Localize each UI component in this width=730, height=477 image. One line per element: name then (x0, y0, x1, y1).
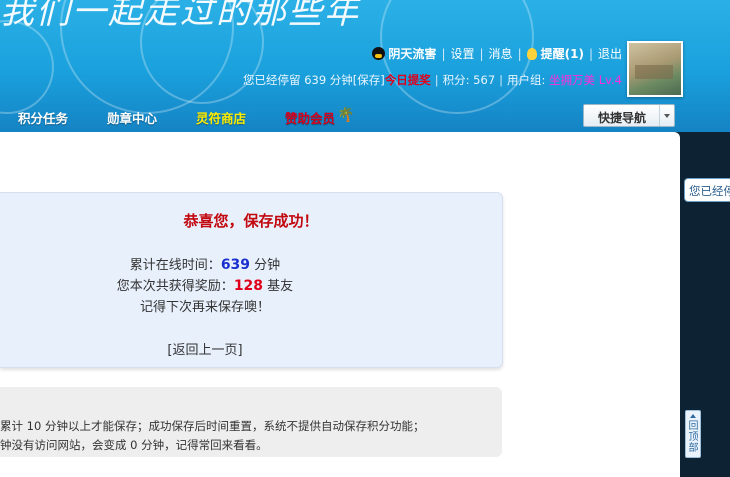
username-link[interactable]: 阴天流害 (388, 47, 436, 61)
user-toolbar: 阴天流害 | 设置 | 消息 | 提醒(1) | 退出 (372, 45, 622, 62)
notice-box: 累计 10 分钟以上才能保存；成功保存后时间重置，系统不提供自动保存积分功能； … (0, 387, 502, 457)
site-title: 我们一起走过的那些年 (0, 0, 360, 32)
back-link[interactable]: [返回上一页] (0, 339, 410, 358)
notice-line-2: 钟没有访问网站，会变成 0 分钟，记得常回来看看。 (0, 438, 268, 452)
messages-link[interactable]: 消息 (489, 47, 513, 61)
online-time-value: 639 (220, 257, 251, 273)
settings-link[interactable]: 设置 (450, 47, 474, 61)
daily-reward-link[interactable]: 今日提奖 (385, 73, 431, 87)
palm-tree-icon: 🌴 (337, 107, 355, 123)
header-banner: 我们一起走过的那些年 阴天流害 | 设置 | 消息 | 提醒(1) | 退出 您已经停留 639… (0, 0, 730, 132)
nav-item-points-tasks[interactable]: 积分任务 (18, 108, 68, 127)
online-time-line: 累计在线时间：639 分钟 (129, 257, 281, 273)
quick-nav-label: 快捷导航 (597, 111, 646, 125)
stay-time-side-tab[interactable]: 您已经停 (684, 178, 730, 202)
notice-line-1: 累计 10 分钟以上才能保存；成功保存后时间重置，系统不提供自动保存积分功能； (0, 419, 425, 433)
success-message-box: 恭喜您，保存成功！ 累计在线时间：639 分钟 您本次共获得奖励：128 基友 … (0, 192, 503, 368)
logout-link[interactable]: 退出 (598, 47, 622, 61)
success-title: 恭喜您，保存成功！ (183, 212, 319, 230)
nav-item-medal-center[interactable]: 勋章中心 (107, 108, 157, 127)
reward-value: 128 (233, 278, 264, 294)
reminder-link[interactable]: 提醒(1) (541, 47, 584, 61)
group-name-link[interactable]: 坐拥万美 Lv.4 (549, 73, 622, 87)
chevron-down-icon[interactable] (659, 105, 674, 126)
stay-time-text[interactable]: 您已经停留 639 分钟[保存] (243, 73, 385, 87)
quick-nav-button[interactable]: 快捷导航 (583, 104, 675, 127)
reward-line: 您本次共获得奖励：128 基友 (116, 278, 294, 294)
lightbulb-icon (526, 48, 537, 60)
group-label: 用户组: (507, 73, 546, 87)
avatar[interactable] (627, 41, 683, 97)
back-to-top-button[interactable]: 回顶部 (685, 410, 701, 458)
back-to-top-label: 回顶部 (688, 421, 699, 454)
arrow-up-icon (690, 414, 696, 418)
nav-item-charm-shop[interactable]: 灵符商店 (196, 108, 246, 127)
nav-item-vip[interactable]: 赞助会员 (285, 108, 335, 127)
qq-penguin-icon (372, 47, 386, 60)
decorative-circle (0, 20, 54, 114)
user-status-line: 您已经停留 639 分钟[保存]今日提奖 | 积分: 567 | 用户组: 坐拥万美 L… (243, 73, 622, 87)
points-link[interactable]: 积分: 567 (443, 73, 495, 87)
reminder-line: 记得下次再来保存噢！ (139, 300, 270, 315)
main-content: 恭喜您，保存成功！ 累计在线时间：639 分钟 您本次共获得奖励：128 基友 … (0, 132, 680, 477)
